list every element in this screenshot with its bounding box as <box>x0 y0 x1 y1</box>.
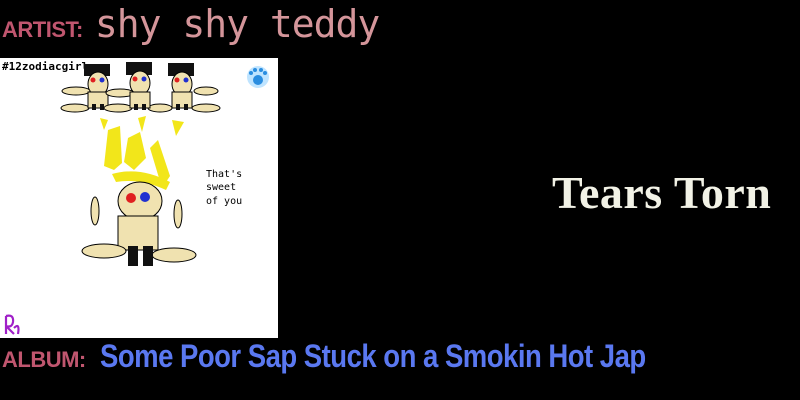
album-cover-art: #12zodiacgirl That's sweet of you <box>2 60 269 335</box>
song-title: Tears Torn <box>552 167 772 218</box>
speech-line-2: sweet <box>206 182 236 193</box>
small-figure-3 <box>168 63 221 113</box>
small-figure-2 <box>103 62 173 113</box>
yellow-flames <box>100 116 184 190</box>
artist-row: ARTIST: shy shy teddy <box>0 2 380 52</box>
album-cover: #12zodiacgirl That's sweet of you <box>0 58 278 338</box>
cover-hashtag: #12zodiacgirl <box>2 60 88 73</box>
paw-print-icon <box>247 66 269 88</box>
album-row: ALBUM: Some Poor Sap Stuck on a Smokin H… <box>0 338 734 384</box>
main-figure <box>81 181 197 266</box>
signature-icon <box>4 314 20 335</box>
album-name: Some Poor Sap Stuck on a Smokin Hot Jap <box>99 338 646 374</box>
artist-name: shy shy teddy <box>94 2 380 46</box>
speech-line-3: of you <box>206 196 242 207</box>
album-label: ALBUM: <box>2 347 86 372</box>
speech-line-1: That's <box>206 169 242 180</box>
artist-label: ARTIST: <box>2 17 83 42</box>
